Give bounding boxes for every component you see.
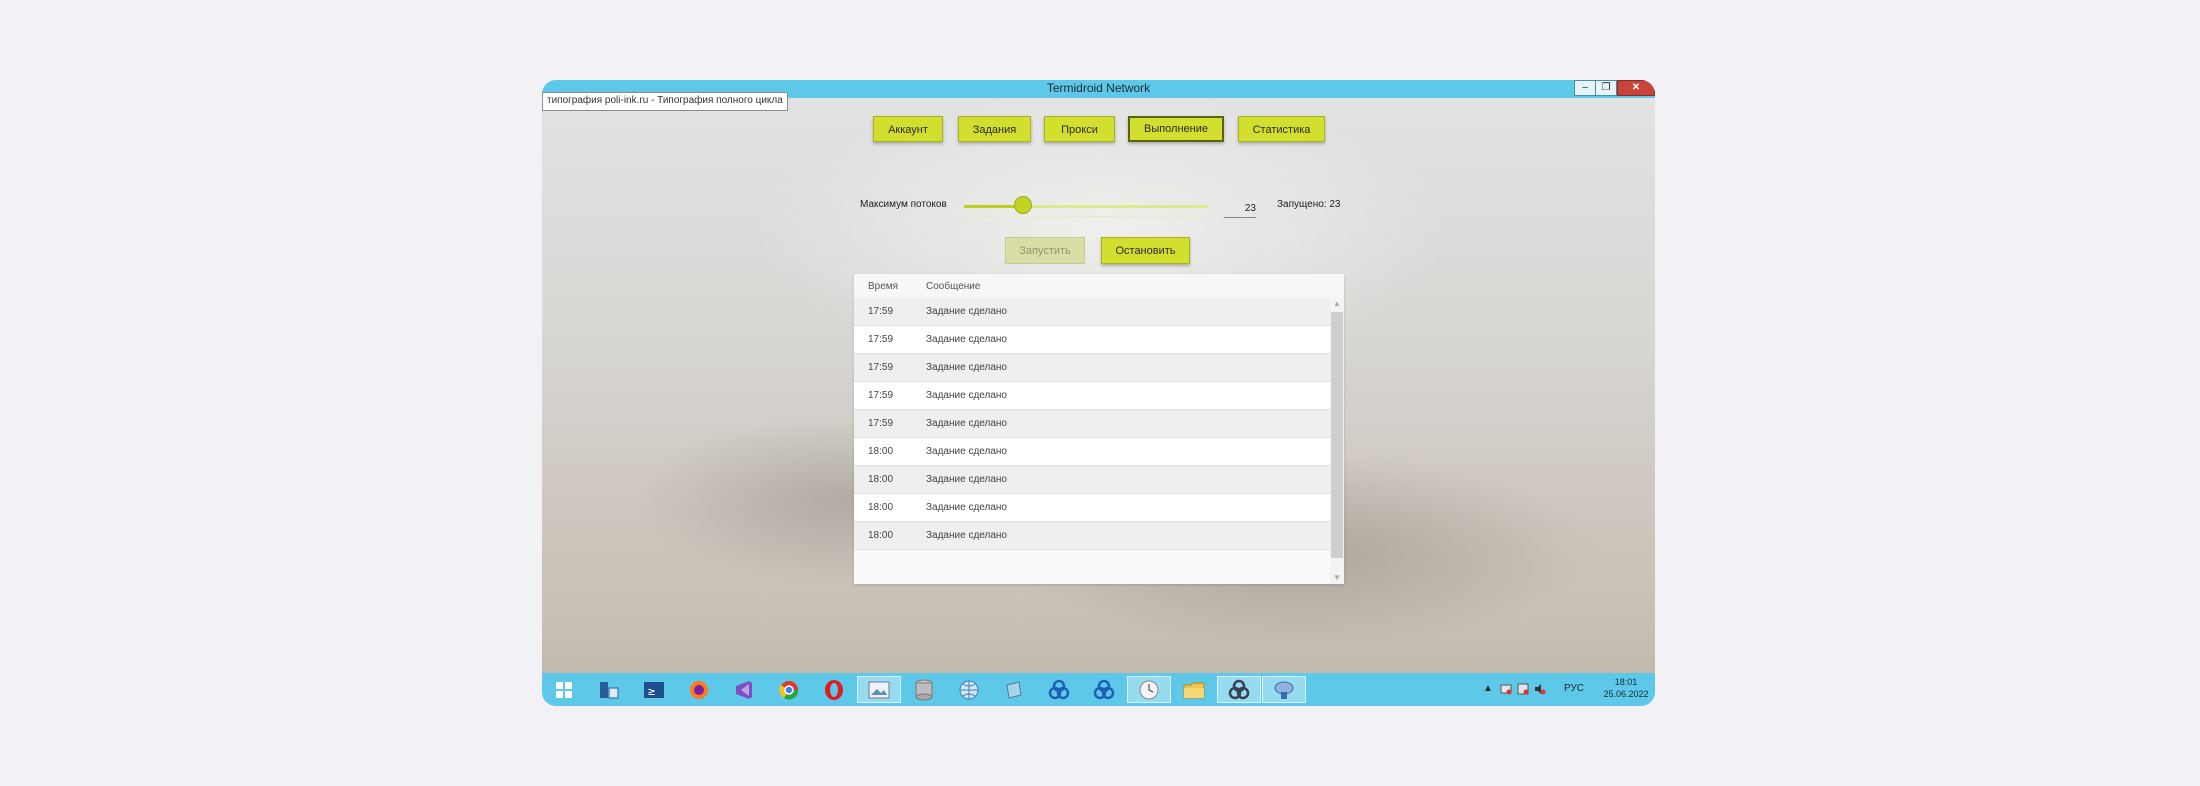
notepad-icon[interactable] xyxy=(992,676,1036,703)
table-row[interactable]: 18:00 Задание сделано xyxy=(854,522,1330,550)
start-icon[interactable] xyxy=(542,676,586,703)
tab-tasks[interactable]: Задания xyxy=(958,116,1031,142)
network-app-icon[interactable] xyxy=(1037,676,1081,703)
table-row[interactable]: 17:59 Задание сделано xyxy=(854,382,1330,410)
table-row[interactable]: 18:00 Задание сделано xyxy=(854,466,1330,494)
photo-viewer-icon[interactable] xyxy=(857,676,901,703)
clock-time: 18:01 xyxy=(1614,677,1638,687)
cell-time: 17:59 xyxy=(868,306,894,317)
tray-app-icon[interactable] xyxy=(1517,683,1529,698)
table-scrollbar[interactable]: ▲ ▼ xyxy=(1330,298,1344,584)
tray-expand-icon[interactable]: ▲ xyxy=(1483,683,1493,694)
cell-time: 18:00 xyxy=(868,502,894,513)
scroll-down-icon[interactable]: ▼ xyxy=(1330,572,1344,584)
cell-time: 17:59 xyxy=(868,418,894,429)
cell-message: Задание сделано xyxy=(926,390,1007,401)
running-count: Запущено: 23 xyxy=(1277,199,1341,210)
slider-underline xyxy=(969,216,1203,217)
cell-time: 17:59 xyxy=(868,334,894,345)
opera-icon[interactable] xyxy=(812,676,856,703)
cell-time: 18:00 xyxy=(868,446,894,457)
cell-time: 18:00 xyxy=(868,474,894,485)
cell-message: Задание сделано xyxy=(926,418,1007,429)
minimize-button[interactable]: – xyxy=(1574,80,1596,96)
start-button[interactable]: Запустить xyxy=(1005,237,1085,264)
cell-message: Задание сделано xyxy=(926,306,1007,317)
cell-message: Задание сделано xyxy=(926,446,1007,457)
max-threads-label: Максимум потоков xyxy=(860,199,947,210)
column-header-time[interactable]: Время xyxy=(868,281,898,292)
scrollbar-thumb[interactable] xyxy=(1331,312,1343,558)
cell-message: Задание сделано xyxy=(926,334,1007,345)
column-header-message[interactable]: Сообщение xyxy=(926,281,980,292)
network-app-icon[interactable] xyxy=(1082,676,1126,703)
clock-app-icon[interactable] xyxy=(1127,676,1171,703)
tab-account[interactable]: Аккаунт xyxy=(873,116,943,142)
table-header: Время Сообщение xyxy=(854,274,1344,299)
tab-proxy[interactable]: Прокси xyxy=(1044,116,1115,142)
svg-text:≥: ≥ xyxy=(648,684,655,698)
table-row[interactable]: 17:59 Задание сделано xyxy=(854,326,1330,354)
cell-message: Задание сделано xyxy=(926,362,1007,373)
tray-network-icon[interactable] xyxy=(1500,683,1512,698)
table-row[interactable]: 17:59 Задание сделано xyxy=(854,298,1330,326)
globe-icon[interactable] xyxy=(947,676,991,703)
cell-message: Задание сделано xyxy=(926,502,1007,513)
termidroid-icon[interactable] xyxy=(1262,676,1306,703)
tab-execution[interactable]: Выполнение xyxy=(1128,116,1224,142)
tooltip: типография poli-ink.ru - Типография полн… xyxy=(542,92,788,111)
maximize-button[interactable]: ❐ xyxy=(1595,80,1617,96)
app-window: Termidroid Network – ❐ ✕ типография poli… xyxy=(542,80,1655,706)
tray-volume-icon[interactable] xyxy=(1534,683,1546,698)
table-row[interactable]: 17:59 Задание сделано xyxy=(854,354,1330,382)
scroll-up-icon[interactable]: ▲ xyxy=(1330,298,1344,310)
cell-message: Задание сделано xyxy=(926,474,1007,485)
log-table: Время Сообщение 17:59 Задание сделано 17:5… xyxy=(854,274,1344,584)
threads-slider[interactable] xyxy=(964,196,1208,214)
cell-time: 17:59 xyxy=(868,362,894,373)
tab-statistics[interactable]: Статистика xyxy=(1238,116,1325,142)
cell-time: 17:59 xyxy=(868,390,894,401)
keyboard-language[interactable]: РУС xyxy=(1564,683,1584,694)
powershell-icon[interactable]: ≥ xyxy=(632,676,676,703)
clock-date: 25.06.2022 xyxy=(1603,689,1649,699)
cell-time: 18:00 xyxy=(868,530,894,541)
chrome-icon[interactable] xyxy=(767,676,811,703)
cell-message: Задание сделано xyxy=(926,530,1007,541)
close-button[interactable]: ✕ xyxy=(1617,80,1655,96)
server-manager-icon[interactable] xyxy=(587,676,631,703)
slider-knob[interactable] xyxy=(1013,196,1032,214)
table-row[interactable]: 18:00 Задание сделано xyxy=(854,494,1330,522)
visual-studio-icon[interactable] xyxy=(722,676,766,703)
taskbar: ≥ ▲ РУС 18:01 25.06.2022 xyxy=(542,673,1655,706)
file-explorer-icon[interactable] xyxy=(1172,676,1216,703)
taskbar-clock[interactable]: 18:01 25.06.2022 xyxy=(1601,676,1651,700)
table-row[interactable]: 18:00 Задание сделано xyxy=(854,438,1330,466)
table-row[interactable]: 17:59 Задание сделано xyxy=(854,410,1330,438)
firefox-icon[interactable] xyxy=(677,676,721,703)
database-icon[interactable] xyxy=(902,676,946,703)
stop-button[interactable]: Остановить xyxy=(1101,237,1190,264)
threads-value-field[interactable]: 23 xyxy=(1224,201,1256,218)
network-app-icon[interactable] xyxy=(1217,676,1261,703)
